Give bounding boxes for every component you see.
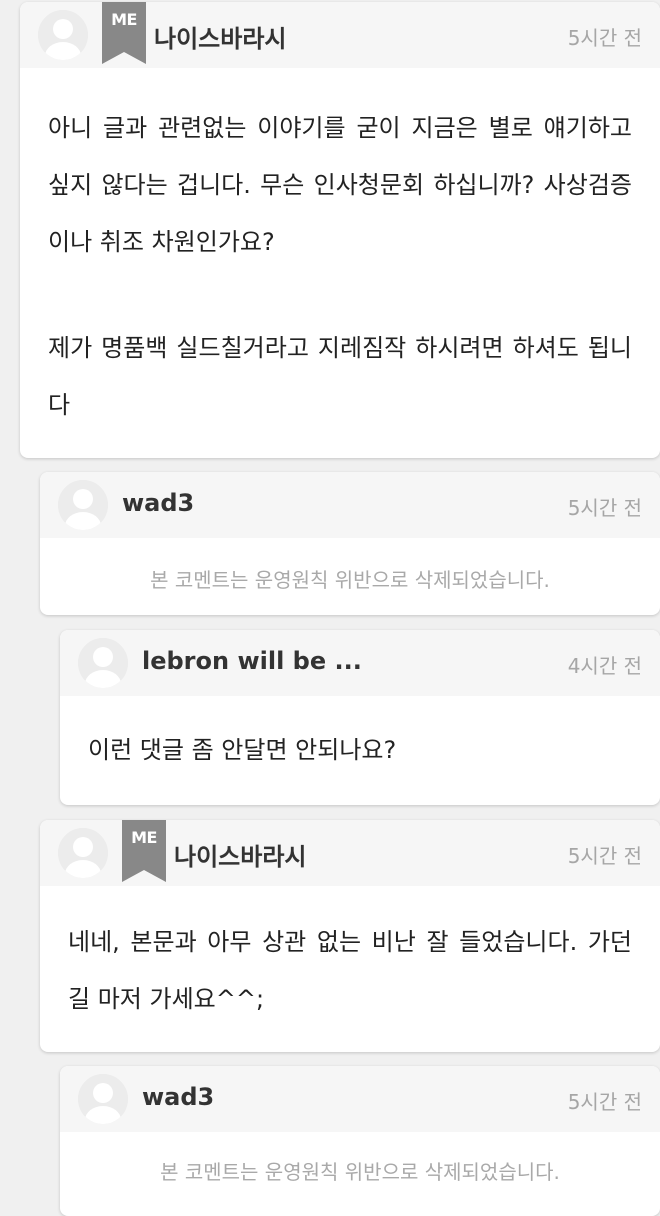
reply-card: lebron will be ... 4시간 전 이런 댓글 좀 안달면 안되나… (60, 630, 660, 805)
comment-card: ME 나이스바라시 5시간 전 아니 글과 관련없는 이야기를 굳이 지금은 별… (20, 2, 660, 458)
timestamp: 5시간 전 (567, 1090, 642, 1114)
avatar[interactable] (78, 638, 128, 688)
username[interactable]: wad3 (142, 1083, 214, 1111)
timestamp: 5시간 전 (567, 26, 642, 50)
reply-card: ME 나이스바라시 5시간 전 네네, 본문과 아무 상관 없는 비난 잘 들었… (40, 820, 660, 1052)
timestamp: 5시간 전 (567, 844, 642, 868)
comment-header: wad3 5시간 전 (40, 472, 660, 538)
avatar[interactable] (38, 10, 88, 60)
username[interactable]: 나이스바라시 (174, 837, 306, 872)
username[interactable]: lebron will be ... (142, 647, 362, 675)
comment-text: 네네, 본문과 아무 상관 없는 비난 잘 들었습니다. 가던 길 마저 가세요… (68, 928, 632, 1013)
me-badge-label: ME (131, 828, 157, 847)
comment-header: lebron will be ... 4시간 전 (60, 630, 660, 696)
username[interactable]: wad3 (122, 489, 194, 517)
comment-text: 아니 글과 관련없는 이야기를 굳이 지금은 별로 얘기하고 싶지 않다는 겁니… (48, 114, 632, 256)
deleted-notice: 본 코멘트는 운영원칙 위반으로 삭제되었습니다. (150, 568, 550, 592)
comment-text: 제가 명품백 실드칠거라고 지레짐작 하시려면 하셔도 됩니다 (48, 334, 632, 419)
me-badge: ME (102, 2, 146, 64)
deleted-notice: 본 코멘트는 운영원칙 위반으로 삭제되었습니다. (160, 1160, 560, 1184)
avatar[interactable] (78, 1074, 128, 1124)
comment-header: wad3 5시간 전 (60, 1066, 660, 1132)
timestamp: 4시간 전 (567, 654, 642, 678)
me-badge: ME (122, 820, 166, 882)
me-badge-label: ME (111, 10, 137, 29)
comment-text: 이런 댓글 좀 안달면 안되나요? (88, 736, 397, 764)
avatar[interactable] (58, 480, 108, 530)
username[interactable]: 나이스바라시 (154, 19, 286, 54)
reply-card: wad3 5시간 전 본 코멘트는 운영원칙 위반으로 삭제되었습니다. (60, 1066, 660, 1216)
timestamp: 5시간 전 (567, 496, 642, 520)
reply-card: wad3 5시간 전 본 코멘트는 운영원칙 위반으로 삭제되었습니다. (40, 472, 660, 615)
comment-header: ME 나이스바라시 5시간 전 (40, 820, 660, 886)
avatar[interactable] (58, 828, 108, 878)
comment-header: ME 나이스바라시 5시간 전 (20, 2, 660, 68)
